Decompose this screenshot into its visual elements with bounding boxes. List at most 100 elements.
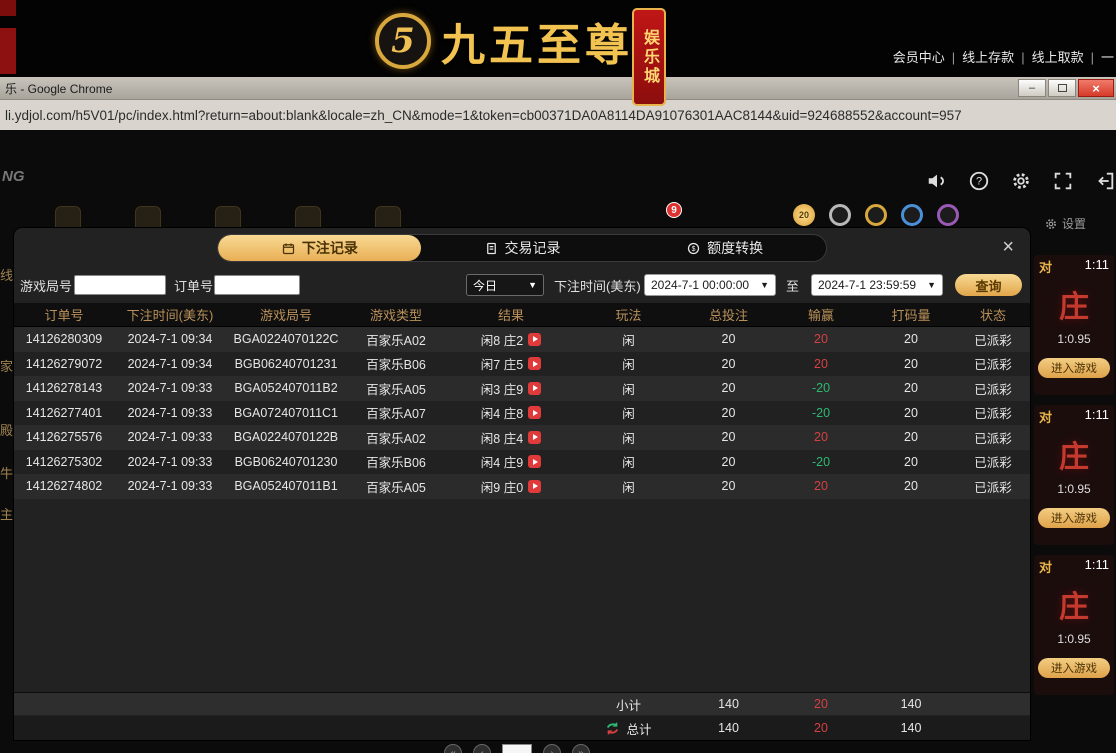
tab-label: 额度转换 xyxy=(707,238,763,258)
replay-button[interactable] xyxy=(528,382,541,395)
chip[interactable] xyxy=(865,204,887,226)
cell-order: 14126277401 xyxy=(14,401,114,426)
enter-game-button[interactable]: 进入游戏 xyxy=(1038,358,1110,378)
fullscreen-icon[interactable] xyxy=(1052,170,1074,192)
chevron-down-icon: ▼ xyxy=(528,280,537,290)
replay-button[interactable] xyxy=(528,455,541,468)
replay-button[interactable] xyxy=(528,431,541,444)
col-wager: 打码量 xyxy=(866,303,956,326)
game-toolbar: ? xyxy=(926,170,1116,192)
banker-label: 庄 xyxy=(1034,282,1114,326)
tab-bet-records[interactable]: 下注记录 xyxy=(218,235,421,261)
game-table-card: 对 1:11 庄 1:0.95 进入游戏 xyxy=(1034,555,1114,695)
nav-withdraw[interactable]: 线上取款 xyxy=(1032,50,1084,65)
cell-wager: 20 xyxy=(866,401,956,426)
last-page-button[interactable]: » xyxy=(572,744,590,753)
col-result: 结果 xyxy=(446,303,576,326)
nav-separator: | xyxy=(952,50,955,65)
sidebar-fragment: 线 xyxy=(0,265,14,284)
help-icon[interactable]: ? xyxy=(968,170,990,192)
game-category-icon[interactable] xyxy=(55,206,81,228)
date-to-select[interactable]: 2024-7-1 23:59:59▼ xyxy=(811,274,943,296)
replay-button[interactable] xyxy=(528,406,541,419)
first-page-button[interactable]: « xyxy=(444,744,462,753)
chip[interactable] xyxy=(829,204,851,226)
maximize-button[interactable] xyxy=(1048,79,1076,97)
round-label: 游戏局号 xyxy=(20,274,72,296)
refresh-icon[interactable] xyxy=(605,721,620,736)
cell-time: 2024-7-1 09:33 xyxy=(114,376,226,401)
table-row: 141262774012024-7-1 09:33BGA072407011C1百… xyxy=(14,401,1030,426)
cell-status: 已派彩 xyxy=(956,376,1030,401)
document-icon xyxy=(484,241,499,256)
tab-label: 交易记录 xyxy=(505,238,561,258)
replay-button[interactable] xyxy=(528,333,541,346)
order-input[interactable] xyxy=(214,275,300,295)
replay-button[interactable] xyxy=(528,357,541,370)
minimize-button[interactable]: – xyxy=(1018,79,1046,97)
table-header: 订单号 下注时间(美东) 游戏局号 游戏类型 结果 玩法 总投注 输赢 打码量 … xyxy=(14,303,1030,327)
browser-urlbar[interactable]: li.ydjol.com/h5V01/pc/index.html?return=… xyxy=(0,99,1116,130)
cell-time: 2024-7-1 09:33 xyxy=(114,450,226,475)
cell-type: 百家乐B06 xyxy=(346,352,446,377)
tab-transaction-records[interactable]: 交易记录 xyxy=(421,235,624,261)
site-logo: 5 九五至尊 xyxy=(375,9,633,73)
cell-wager: 20 xyxy=(866,474,956,499)
nav-deposit[interactable]: 线上存款 xyxy=(962,50,1014,65)
next-page-button[interactable]: › xyxy=(543,744,561,753)
close-window-button[interactable]: × xyxy=(1078,79,1114,97)
cell-wager: 20 xyxy=(866,352,956,377)
nav-truncated[interactable]: 一 xyxy=(1101,50,1114,65)
date-from-value: 2024-7-1 00:00:00 xyxy=(651,278,749,292)
cell-bet: 20 xyxy=(681,425,776,450)
game-category-icon[interactable] xyxy=(135,206,161,228)
chip-20[interactable]: 20 xyxy=(793,204,815,226)
enter-game-button[interactable]: 进入游戏 xyxy=(1038,658,1110,678)
game-category-icon[interactable] xyxy=(295,206,321,228)
cell-time: 2024-7-1 09:34 xyxy=(114,327,226,352)
page-number-input[interactable] xyxy=(502,744,532,753)
table-row: 141262803092024-7-1 09:34BGA0224070122C百… xyxy=(14,327,1030,352)
close-icon[interactable]: × xyxy=(1002,237,1014,257)
table-row: 141262748022024-7-1 09:33BGA052407011B1百… xyxy=(14,474,1030,499)
date-from-select[interactable]: 2024-7-1 00:00:00▼ xyxy=(644,274,776,296)
browser-titlebar[interactable]: 乐 - Google Chrome – × xyxy=(0,77,1116,99)
cell-result: 闲8 庄4 xyxy=(446,425,576,450)
col-bet: 总投注 xyxy=(681,303,776,326)
tab-credit-transfer[interactable]: $ 额度转换 xyxy=(623,235,826,261)
pagination: « ‹ › » xyxy=(444,744,590,753)
col-type: 游戏类型 xyxy=(346,303,446,326)
cell-time: 2024-7-1 09:33 xyxy=(114,474,226,499)
cell-result: 闲8 庄2 xyxy=(446,327,576,352)
cell-status: 已派彩 xyxy=(956,327,1030,352)
cell-round: BGB06240701231 xyxy=(226,352,346,377)
nav-member-center[interactable]: 会员中心 xyxy=(893,50,945,65)
game-category-icon[interactable] xyxy=(215,206,241,228)
settings-label: 设置 xyxy=(1062,215,1086,232)
prev-page-button[interactable]: ‹ xyxy=(473,744,491,753)
chip[interactable] xyxy=(937,204,959,226)
round-input[interactable] xyxy=(74,275,166,295)
settings-button[interactable]: 设置 xyxy=(1044,215,1086,232)
enter-game-button[interactable]: 进入游戏 xyxy=(1038,508,1110,528)
cell-type: 百家乐A05 xyxy=(346,376,446,401)
chevron-down-icon: ▼ xyxy=(927,280,936,290)
modal-tabbar: 下注记录 交易记录 $ 额度转换 xyxy=(217,234,827,262)
to-label: 至 xyxy=(786,274,799,296)
game-category-icon[interactable] xyxy=(375,206,401,228)
gear-icon[interactable] xyxy=(1010,170,1032,192)
sidebar-fragment: 殿 xyxy=(0,420,14,439)
exit-icon[interactable] xyxy=(1094,170,1116,192)
replay-button[interactable] xyxy=(528,480,541,493)
query-button[interactable]: 查询 xyxy=(955,274,1022,296)
cell-status: 已派彩 xyxy=(956,425,1030,450)
countdown-timer: 1:11 xyxy=(1085,557,1109,576)
sound-icon[interactable] xyxy=(926,170,948,192)
cell-type: 百家乐A02 xyxy=(346,327,446,352)
cell-result: 闲3 庄9 xyxy=(446,376,576,401)
range-select[interactable]: 今日▼ xyxy=(466,274,544,296)
chip[interactable] xyxy=(901,204,923,226)
svg-text:$: $ xyxy=(692,246,696,253)
cell-type: 百家乐B06 xyxy=(346,450,446,475)
cell-win: -20 xyxy=(776,401,866,426)
